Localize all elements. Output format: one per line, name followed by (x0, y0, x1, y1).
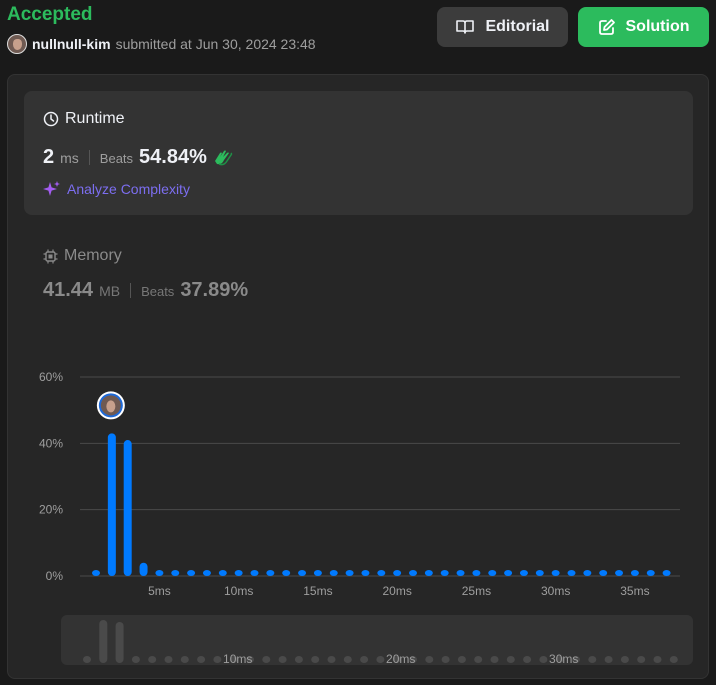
brush-bar (669, 656, 678, 663)
chart-bar (329, 570, 338, 576)
x-tick-label: 35ms (620, 584, 649, 598)
brush-bar (180, 656, 189, 663)
y-tick-label: 40% (39, 436, 63, 450)
x-tick-label: 25ms (462, 584, 491, 598)
y-tick-label: 0% (46, 569, 64, 583)
chart-bar (202, 570, 211, 576)
chart-bar (92, 570, 100, 576)
chart-bar (313, 570, 322, 576)
chart-bar (646, 570, 655, 576)
chart-bar (250, 570, 259, 576)
chart-bar (456, 570, 465, 576)
chart-bar (377, 570, 386, 576)
brush-bar (343, 656, 352, 663)
chart-bar (282, 570, 291, 576)
chart-bar (298, 570, 307, 576)
chart-bar (107, 433, 116, 576)
chart-bar (519, 570, 528, 576)
brush-bar (197, 656, 206, 663)
brush-bar (637, 656, 646, 663)
chart-bar (155, 570, 164, 576)
brush-bar (294, 656, 303, 663)
chart-bar (472, 570, 481, 576)
brush-bar (83, 656, 91, 663)
brush-tick-label: 20ms (386, 652, 415, 666)
brush-bar (164, 656, 173, 663)
brush-bar (327, 656, 336, 663)
chart-bar (234, 570, 243, 576)
runtime-distribution-chart[interactable]: 0% 20% 40% 60% 5ms 10ms 15ms 20ms 25ms 30ms 35ms 10… (0, 0, 716, 685)
x-tick-label: 30ms (541, 584, 570, 598)
chart-bar (599, 570, 608, 576)
chart-bar (662, 570, 671, 576)
chart-bar (424, 570, 433, 576)
brush-bar (457, 656, 466, 663)
chart-bar (266, 570, 275, 576)
chart-bar (171, 570, 180, 576)
chart-bar (187, 570, 196, 576)
chart-bar (504, 570, 513, 576)
brush-bar (523, 656, 532, 663)
chart-bar (218, 570, 227, 576)
chart-bar (409, 570, 417, 576)
brush-bar (311, 656, 320, 663)
x-tick-label: 20ms (382, 584, 411, 598)
chart-bar (567, 570, 576, 576)
chart-bar (630, 570, 639, 576)
brush-bar (653, 656, 662, 663)
chart-bar (583, 570, 592, 576)
chart-bar (551, 570, 560, 576)
brush-bar (620, 656, 629, 663)
brush-bar (115, 622, 124, 663)
user-marker-figure (106, 400, 116, 413)
x-tick-label: 15ms (303, 584, 332, 598)
brush-bar (99, 620, 108, 663)
x-tick-label: 10ms (224, 584, 253, 598)
brush-bar (604, 656, 613, 663)
brush-bar (262, 656, 271, 663)
brush-bar (376, 656, 385, 663)
brush-bar (213, 656, 222, 663)
brush-bar (278, 656, 287, 663)
brush-bar (539, 656, 548, 663)
chart-bar (345, 570, 354, 576)
chart-bar (440, 570, 449, 576)
chart-bar (139, 562, 148, 576)
brush-bar (148, 656, 157, 663)
brush-tick-label: 10ms (223, 652, 252, 666)
brush-bar (474, 656, 483, 663)
brush-bar (506, 656, 515, 663)
brush-bar (490, 656, 499, 663)
chart-bar (615, 570, 624, 576)
brush-bar (588, 656, 597, 663)
brush-bar (425, 656, 434, 663)
y-tick-label: 60% (39, 370, 63, 384)
x-tick-label: 5ms (148, 584, 171, 598)
brush-bar (131, 656, 140, 663)
chart-bar (393, 570, 402, 576)
brush-tick-label: 30ms (549, 652, 578, 666)
chart-bar (488, 570, 497, 576)
brush-bar (360, 656, 369, 663)
chart-bar (361, 570, 370, 576)
y-tick-label: 20% (39, 503, 63, 517)
chart-bar (123, 440, 132, 576)
brush-bar (441, 656, 450, 663)
chart-bar (535, 570, 544, 576)
